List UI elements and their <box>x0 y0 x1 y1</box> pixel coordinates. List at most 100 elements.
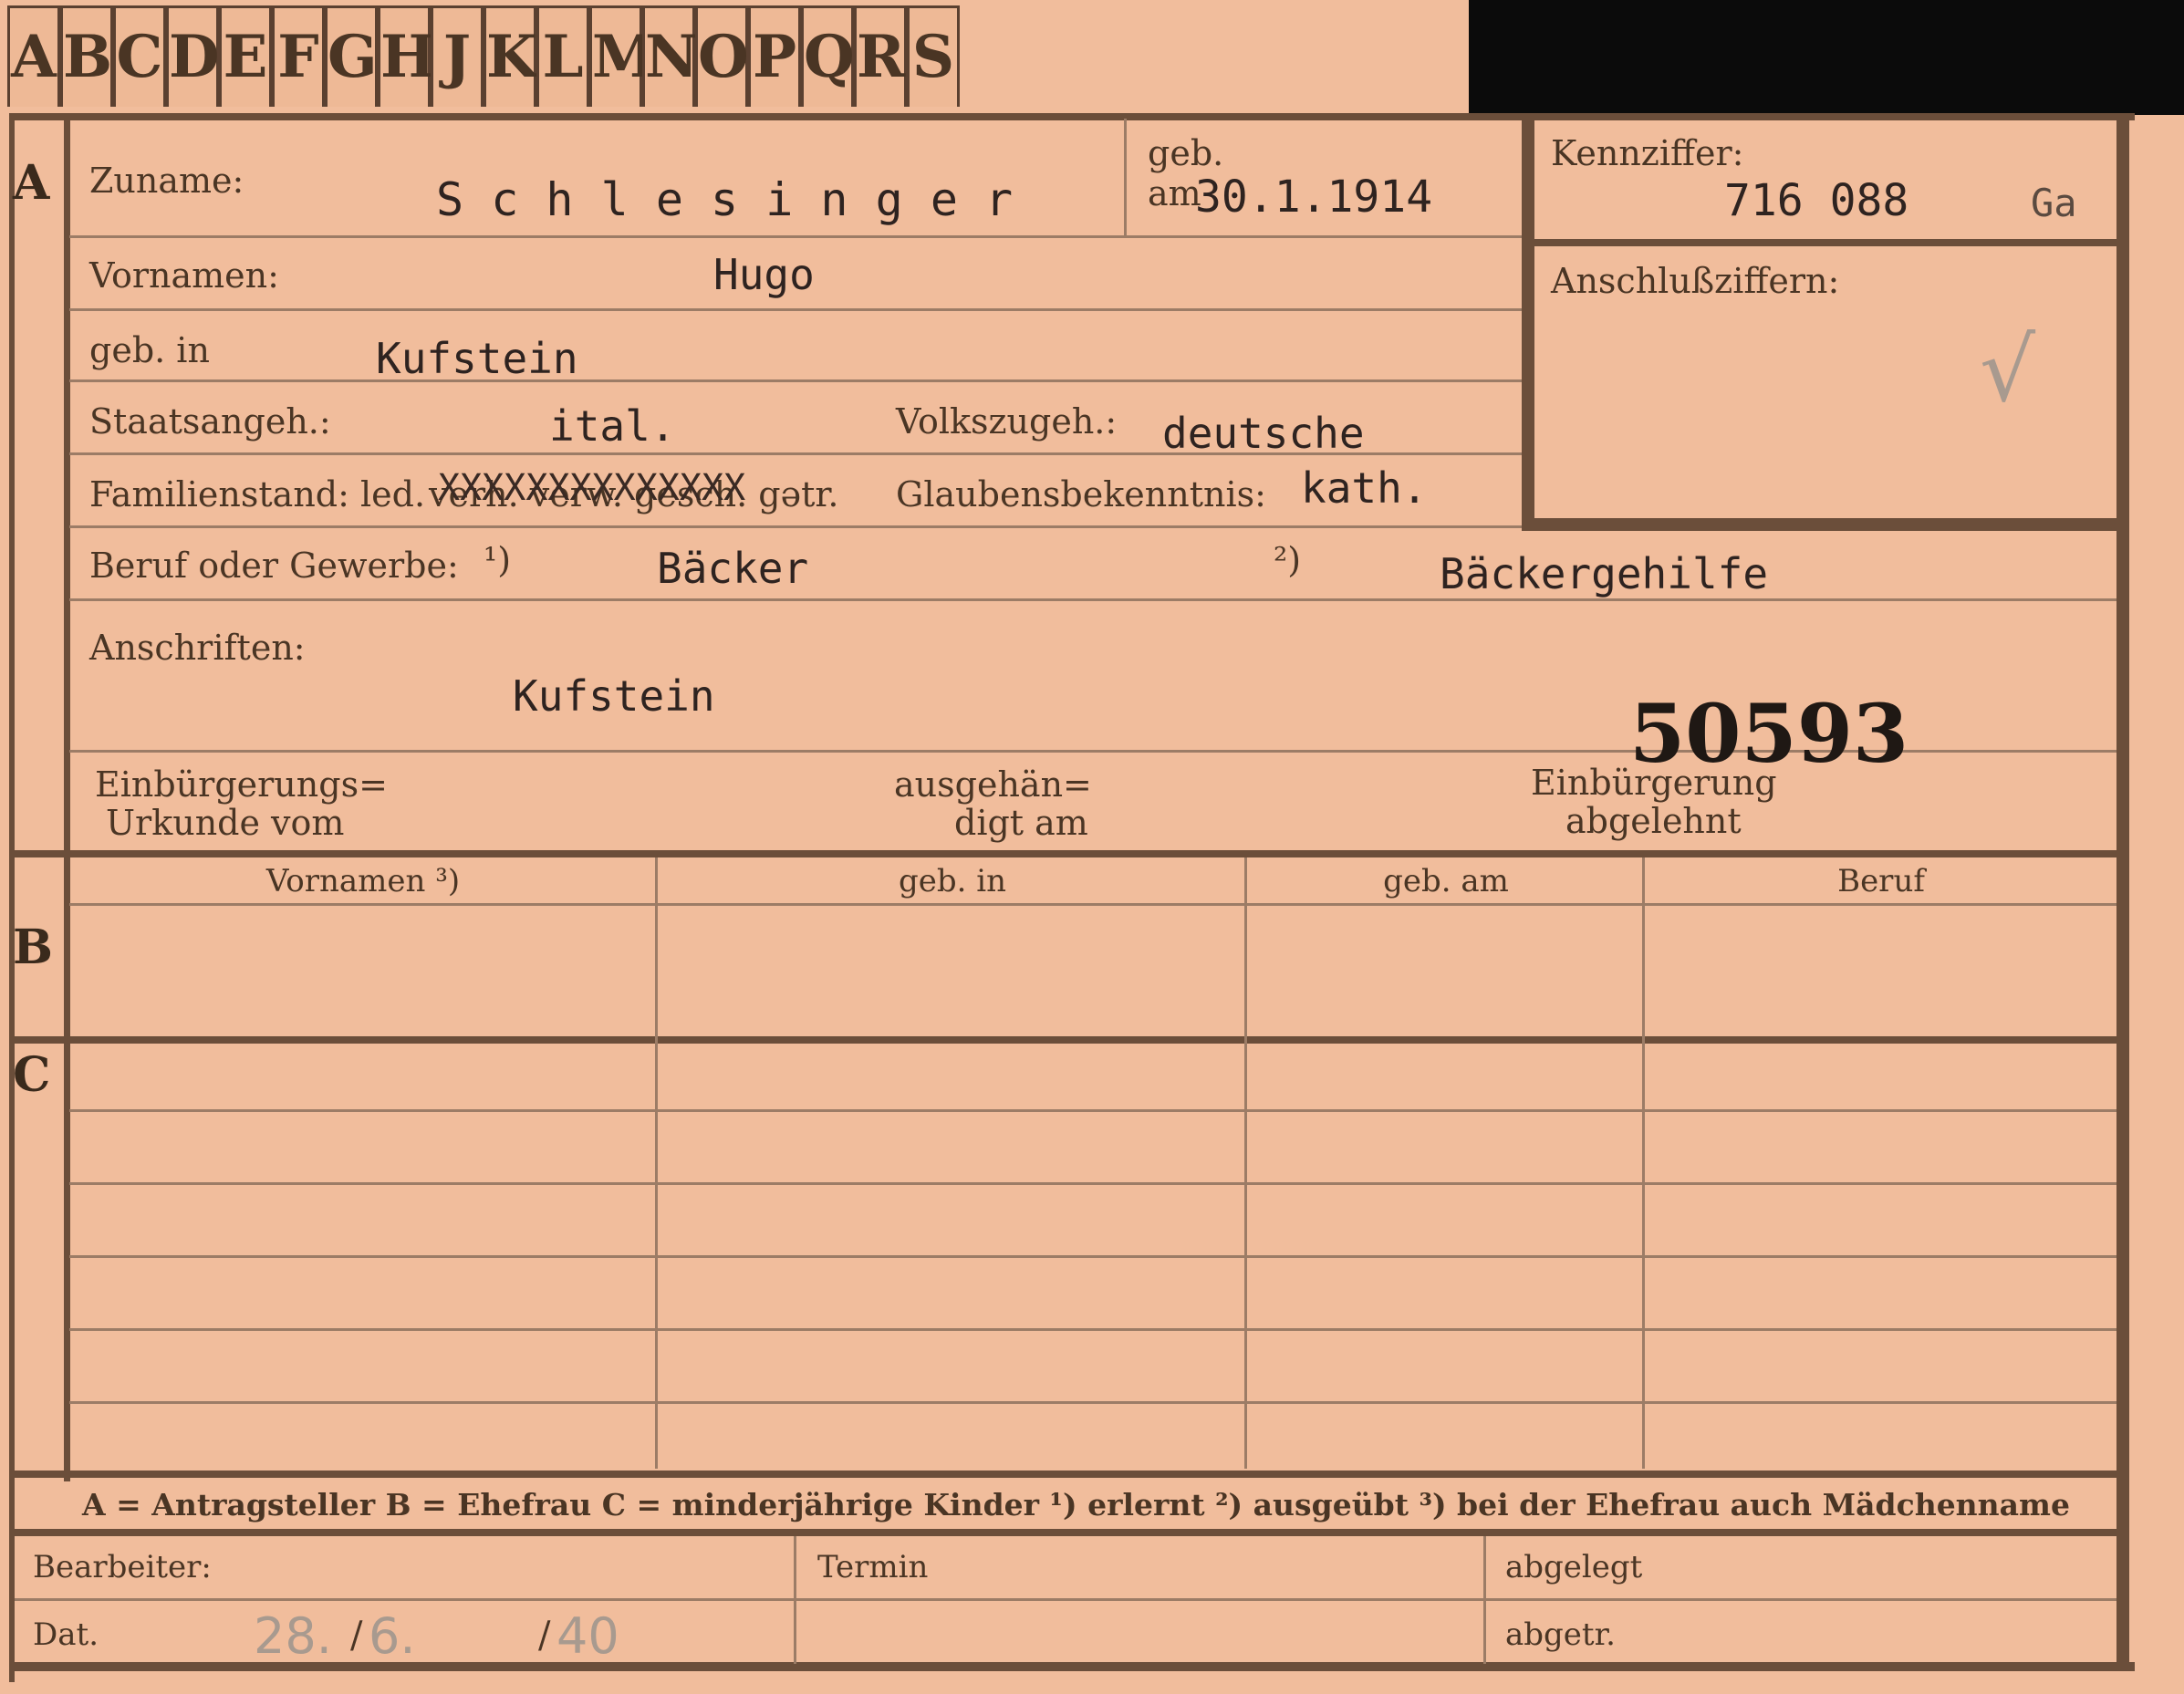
rule-vornamen <box>69 308 1522 311</box>
table-row-rule-2 <box>69 1182 2116 1185</box>
beruf-label: Beruf oder Gewerbe: <box>89 546 459 586</box>
footer-mid-rule <box>15 1598 2116 1601</box>
kennziffer-box-left <box>1522 119 1534 529</box>
section-c-letter: C <box>13 1047 51 1103</box>
tab-e[interactable]: E <box>219 5 272 107</box>
tab-o[interactable]: O <box>695 5 749 107</box>
scan-background <box>1469 0 2184 115</box>
tab-g[interactable]: G <box>325 5 378 107</box>
section-b-top-rule <box>9 850 2126 857</box>
date-month-pencil: 6. <box>369 1607 416 1665</box>
einb-urkunde-label-1: Einbürgerungs= <box>95 764 388 805</box>
anschlussziffern-label: Anschlußziffern: <box>1551 261 1840 301</box>
abgelegt-label: abgelegt <box>1505 1549 1643 1585</box>
tab-k[interactable]: K <box>484 5 537 107</box>
beruf-ausgeuebt-value: Bäckergehilfe <box>1440 549 1769 598</box>
legend-top-rule <box>9 1471 2126 1478</box>
geb-in-value: Kufstein <box>376 334 578 383</box>
beruf-erlernt-value: Bäcker <box>657 544 809 593</box>
beruf-note-1: ¹) <box>484 540 512 580</box>
tab-d[interactable]: D <box>166 5 220 107</box>
volkszugeh-value: deutsche <box>1162 409 1365 458</box>
kennziffer-box-bottom <box>1522 518 2116 531</box>
geb-am-label-1: geb. <box>1148 133 1224 173</box>
tab-c[interactable]: C <box>113 5 166 107</box>
table-col-rule-2 <box>1244 857 1247 1469</box>
glaubensbekenntnis-label: Glaubensbekenntnis: <box>896 474 1266 514</box>
zuname-label: Zuname: <box>89 161 244 201</box>
rule-familienstand <box>69 525 1522 528</box>
tab-j[interactable]: J <box>431 5 484 107</box>
volkszugeh-label: Volkszugeh.: <box>896 401 1118 442</box>
index-card: A B C D E F G H J K L M N O P Q R S A B … <box>0 0 2184 1694</box>
tab-a[interactable]: A <box>7 5 60 107</box>
col-header-geb-am: geb. am <box>1383 863 1509 899</box>
frame-left-rule <box>9 113 15 1682</box>
rule-zuname <box>69 235 1522 238</box>
bearbeiter-label: Bearbeiter: <box>33 1549 212 1585</box>
tab-l[interactable]: L <box>536 5 589 107</box>
checkmark-pencil: √ <box>1980 319 2036 421</box>
legend-text: A = Antragsteller B = Ehefrau C = minder… <box>82 1487 2070 1523</box>
table-row-rule-5 <box>69 1401 2116 1404</box>
abgetr-label: abgetr. <box>1505 1616 1616 1653</box>
section-c-top-rule <box>9 1036 2126 1044</box>
rule-gebin <box>69 379 1522 382</box>
familienstand-strikeout: XXXXXXXXXXXXXX <box>438 467 746 509</box>
beruf-note-2: ²) <box>1274 540 1302 580</box>
glaubensbekenntnis-value: kath. <box>1301 463 1428 513</box>
einb-abgelehnt-label-2: abgelehnt <box>1565 801 1742 841</box>
table-row-rule-3 <box>69 1255 2116 1258</box>
geb-in-label: geb. in <box>89 330 210 370</box>
geb-am-label-2: am <box>1148 173 1201 213</box>
tab-n[interactable]: N <box>642 5 699 107</box>
ausgehaen-label-2: digt am <box>954 803 1088 843</box>
einb-abgelehnt-label-1: Einbürgerung <box>1531 763 1777 803</box>
section-divider-rule <box>64 113 70 1481</box>
dat-label: Dat. <box>33 1616 99 1653</box>
date-year-pencil: 40 <box>556 1607 619 1665</box>
frame-right-rule <box>2116 119 2129 1669</box>
staatsangeh-label: Staatsangeh.: <box>89 401 331 442</box>
table-row-rule-4 <box>69 1328 2116 1331</box>
ausgehaen-label-1: ausgehän= <box>894 764 1092 805</box>
tab-s[interactable]: S <box>907 5 960 107</box>
table-col-rule-1 <box>655 857 658 1469</box>
table-row-rule-1 <box>69 1109 2116 1112</box>
section-b-letter: B <box>13 920 53 975</box>
tab-q[interactable]: Q <box>801 5 855 107</box>
date-slash-2: / <box>538 1615 551 1657</box>
rule-gebam-divider <box>1124 119 1127 235</box>
date-day-pencil: 28. <box>254 1607 332 1665</box>
anschriften-label: Anschriften: <box>89 628 306 668</box>
frame-top-rule <box>9 113 2135 120</box>
tab-m[interactable]: M <box>589 5 657 107</box>
rule-beruf <box>69 598 2116 601</box>
einb-urkunde-label-2: Urkunde vom <box>106 803 345 843</box>
kennziffer-value: 716 088 <box>1724 175 1909 226</box>
staatsangeh-value: ital. <box>549 401 676 451</box>
col-header-vornamen: Vornamen ³) <box>265 863 461 899</box>
tab-r[interactable]: R <box>854 5 907 107</box>
vornamen-label: Vornamen: <box>89 255 279 296</box>
table-header-rule <box>69 903 2116 906</box>
table-col-rule-3 <box>1642 857 1645 1469</box>
familienstand-label: Familienstand: led. <box>89 474 426 514</box>
anschrift-value: Kufstein <box>513 671 715 721</box>
kennziffer-label: Kennziffer: <box>1551 133 1744 173</box>
kennziffer-suffix: Ga <box>2031 181 2077 225</box>
zuname-value: S c h l e s i n g e r <box>436 173 1014 226</box>
legend-bottom-rule <box>9 1529 2126 1536</box>
tab-b[interactable]: B <box>60 5 113 107</box>
vornamen-value: Hugo <box>713 250 815 299</box>
termin-label: Termin <box>817 1549 929 1585</box>
date-slash-1: / <box>350 1615 363 1657</box>
tab-f[interactable]: F <box>272 5 325 107</box>
tab-p[interactable]: P <box>748 5 801 107</box>
col-header-geb-in: geb. in <box>898 863 1007 899</box>
geb-am-value: 30.1.1914 <box>1195 171 1433 223</box>
kennziffer-box-divider <box>1522 239 2116 246</box>
section-a-letter: A <box>13 155 50 211</box>
tab-h[interactable]: H <box>378 5 435 107</box>
col-header-beruf: Beruf <box>1837 863 1925 899</box>
